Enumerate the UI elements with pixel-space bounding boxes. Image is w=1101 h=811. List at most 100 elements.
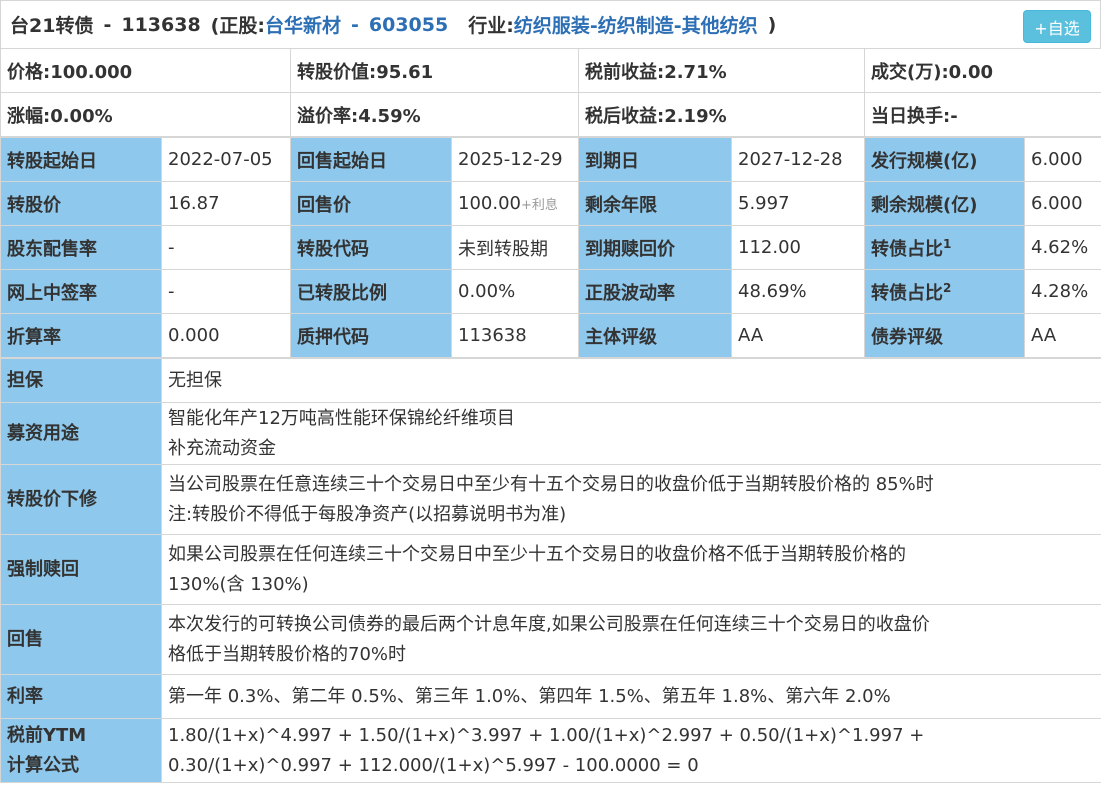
field-value: AA [1024, 313, 1101, 358]
field-label-text: 转债占比 [871, 238, 943, 260]
detail-row: 回售 本次发行的可转换公司债券的最后两个计息年度,如果公司股票在任何连续三十个交易… [0, 604, 1101, 675]
detail-row: 转股价下修 当公司股票在任意连续三十个交易日中至少有十五个交易日的收盘价低于当期转… [0, 464, 1101, 535]
detail-label: 回售 [0, 604, 162, 675]
field-value-text: 4.28% [1031, 281, 1089, 302]
field-value: 未到转股期 [451, 225, 579, 270]
field-label-text: 折算率 [7, 326, 61, 348]
field-value: 4.62% [1024, 225, 1101, 270]
detail-line: 130%(含 130%) [168, 573, 309, 595]
stock-name-link[interactable]: 台华新材 [265, 11, 341, 38]
detail-line: 第一年 0.3%、第二年 0.5%、第三年 1.0%、第四年 1.5%、第五年 … [168, 685, 891, 707]
detail-value: 本次发行的可转换公司债券的最后两个计息年度,如果公司股票在任何连续三十个交易日的… [161, 604, 1101, 675]
detail-line: 格低于当期转股价格的70%时 [168, 643, 407, 665]
field-label: 转股代码 [290, 225, 452, 270]
field-value: 2027-12-28 [731, 137, 865, 182]
add-watchlist-button[interactable]: +自选 [1023, 10, 1091, 43]
field-label-text: 剩余年限 [585, 194, 657, 216]
field-label-text: 回售起始日 [297, 150, 387, 172]
conversion-value: 转股价值:95.61 [290, 48, 579, 93]
field-label: 转债占比1 [864, 225, 1025, 270]
after-tax-yield: 税后收益:2.19% [578, 92, 865, 137]
footnote-marker: 1 [943, 236, 952, 251]
detail-label: 担保 [0, 358, 162, 403]
field-label-text: 已转股比例 [297, 282, 387, 304]
field-value: 6.000 [1024, 181, 1101, 226]
field-label: 剩余规模(亿) [864, 181, 1025, 226]
field-value: 16.87 [161, 181, 291, 226]
detail-row: 税前YTM 计算公式 1.80/(1+x)^4.997 + 1.50/(1+x)^3… [0, 718, 1101, 783]
info-row: 折算率 0.000 质押代码 113638 主体评级 AA 债券评级 AA [0, 313, 1101, 358]
field-label-text: 正股波动率 [585, 282, 675, 304]
field-value-text: AA [738, 325, 764, 346]
field-label-text: 转债占比 [871, 282, 943, 304]
detail-value: 第一年 0.3%、第二年 0.5%、第三年 1.0%、第四年 1.5%、第五年 … [161, 674, 1101, 719]
field-label-text: 到期赎回价 [585, 238, 675, 260]
field-label-text: 转股起始日 [7, 150, 97, 172]
field-label: 主体评级 [578, 313, 732, 358]
field-label: 回售价 [290, 181, 452, 226]
field-label-text: 发行规模(亿) [871, 150, 978, 172]
detail-value: 智能化年产12万吨高性能环保锦纶纤维项目 补充流动资金 [161, 402, 1101, 465]
field-value-text: 4.62% [1031, 237, 1089, 258]
field-label-text: 转股代码 [297, 238, 369, 260]
detail-value: 无担保 [161, 358, 1101, 403]
field-value-text: - [168, 281, 175, 302]
detail-line: 如果公司股票在任何连续三十个交易日中至少十五个交易日的收盘价格不低于当期转股价格… [168, 543, 906, 565]
pre-tax-yield: 税前收益:2.71% [578, 48, 865, 93]
field-value-text: - [168, 237, 175, 258]
price: 价格:100.000 [0, 48, 291, 93]
field-value: - [161, 225, 291, 270]
detail-label: 募资用途 [0, 402, 162, 465]
bond-code: 113638 [121, 13, 201, 36]
detail-line: 无担保 [168, 369, 222, 391]
close-paren: ) [767, 13, 777, 36]
bond-info-grid: 转股起始日 2022-07-05 回售起始日 2025-12-29 到期日 2027-12… [0, 137, 1101, 358]
field-value: 112.00 [731, 225, 865, 270]
daily-turnover: 当日换手:- [864, 92, 1101, 137]
field-value-text: 2027-12-28 [738, 149, 843, 170]
bond-name: 台21转债 [10, 15, 94, 37]
info-row: 转股价 16.87 回售价 100.00+利息 剩余年限 5.997 剩余规模(亿) 6.00… [0, 181, 1101, 226]
field-label-text: 股东配售率 [7, 238, 97, 260]
field-label-text: 主体评级 [585, 326, 657, 348]
field-label: 网上中签率 [0, 269, 162, 314]
field-label-text: 转股价 [7, 194, 61, 216]
change-pct: 涨幅:0.00% [0, 92, 291, 137]
field-value: 100.00+利息 [451, 181, 579, 226]
field-label: 正股波动率 [578, 269, 732, 314]
field-value-text: 113638 [458, 325, 527, 346]
field-value: 0.00% [451, 269, 579, 314]
detail-row: 强制赎回 如果公司股票在任何连续三十个交易日中至少十五个交易日的收盘价格不低于当期… [0, 534, 1101, 605]
info-row: 网上中签率 - 已转股比例 0.00% 正股波动率 48.69% 转债占比2 4.28% [0, 269, 1101, 314]
field-value: 6.000 [1024, 137, 1101, 182]
summary-table: 价格:100.000 转股价值:95.61 税前收益:2.71% 成交(万):0… [0, 48, 1101, 137]
detail-value: 当公司股票在任意连续三十个交易日中至少有十五个交易日的收盘价低于当期转股价格的 … [161, 464, 1101, 535]
field-value: 5.997 [731, 181, 865, 226]
field-label: 转债占比2 [864, 269, 1025, 314]
footnote-marker: 2 [943, 280, 952, 295]
field-value: 113638 [451, 313, 579, 358]
detail-line: 1.80/(1+x)^4.997 + 1.50/(1+x)^3.997 + 1.… [168, 724, 925, 746]
detail-label-line: 税前YTM [7, 724, 87, 746]
summary-row: 价格:100.000 转股价值:95.61 税前收益:2.71% 成交(万):0… [0, 48, 1101, 93]
separator: - [350, 13, 359, 36]
separator: - [103, 13, 112, 36]
field-value-text: 未到转股期 [458, 238, 548, 260]
field-value: 0.000 [161, 313, 291, 358]
field-value-text: 0.000 [168, 325, 220, 346]
field-label: 回售起始日 [290, 137, 452, 182]
field-value: AA [731, 313, 865, 358]
field-value-text: 112.00 [738, 237, 801, 258]
field-value-text: 6.000 [1031, 193, 1083, 214]
detail-row: 利率 第一年 0.3%、第二年 0.5%、第三年 1.0%、第四年 1.5%、第五… [0, 674, 1101, 719]
detail-label: 利率 [0, 674, 162, 719]
info-row: 股东配售率 - 转股代码 未到转股期 到期赎回价 112.00 转债占比1 4.62% [0, 225, 1101, 270]
field-value: 2025-12-29 [451, 137, 579, 182]
premium-rate: 溢价率:4.59% [290, 92, 579, 137]
field-label: 剩余年限 [578, 181, 732, 226]
stock-code-link[interactable]: 603055 [369, 14, 448, 36]
detail-line: 本次发行的可转换公司债券的最后两个计息年度,如果公司股票在任何连续三十个交易日的… [168, 613, 930, 635]
industry-link[interactable]: 纺织服装-纺织制造-其他纺织 [514, 11, 758, 38]
field-label: 转股价 [0, 181, 162, 226]
detail-label: 税前YTM 计算公式 [0, 718, 162, 783]
